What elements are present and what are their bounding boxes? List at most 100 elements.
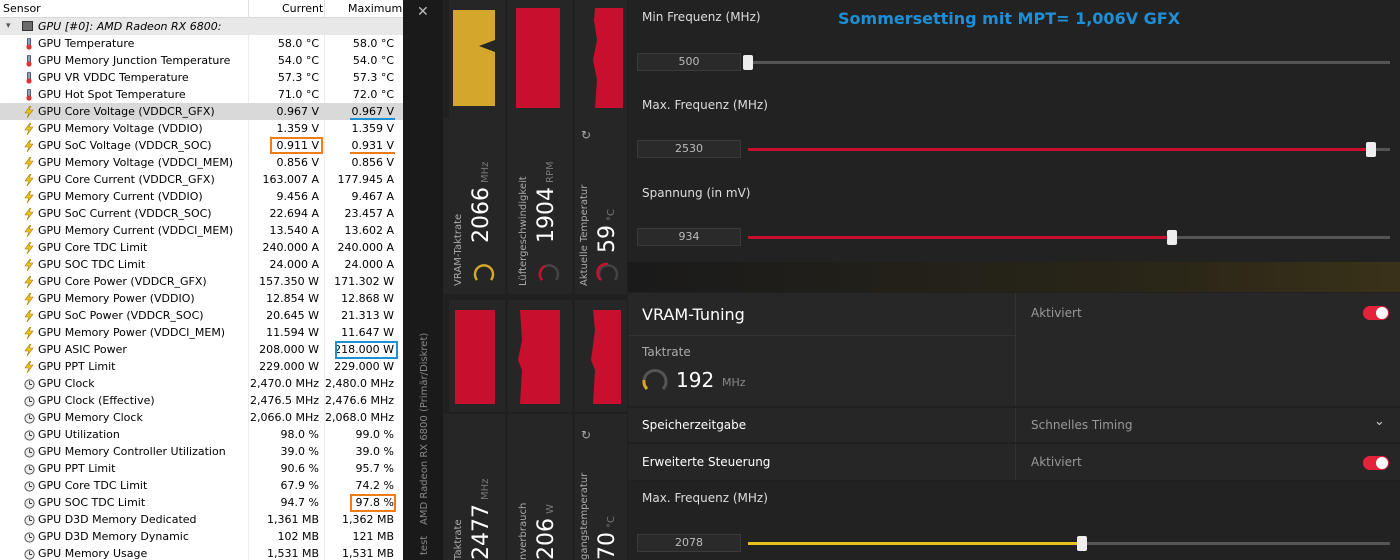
fan-speed-label: Lüftergeschwindigkeit [518,176,529,286]
sensor-row[interactable]: GPU Memory Voltage (VDDIO) 1.359 V 1.359 V [0,120,403,137]
sensor-row[interactable]: GPU Memory Controller Utilization 39.0 % 3… [0,443,403,460]
power-graph [518,310,560,404]
temperature-label: Aktuelle Temperatur [579,184,590,286]
sensor-row[interactable]: GPU D3D Memory Dynamic 102 MB 121 MB [0,528,403,545]
device-label-tail: test [419,535,430,555]
sensor-current-value: 12.854 W [266,292,319,305]
sensor-name: GPU Core Power (VDDCR_GFX) [38,275,207,288]
sensor-row[interactable]: GPU Utilization 98.0 % 99.0 % [0,426,403,443]
close-icon[interactable]: ✕ [417,4,429,20]
header-sensor[interactable]: Sensor [3,2,41,15]
lightning-icon [24,326,34,340]
vram-max-frequency-slider-knob[interactable] [1076,536,1087,551]
sensor-row[interactable]: GPU Memory Power (VDDIO) 12.854 W 12.868 W [0,290,403,307]
gpu-clock-value: 2477MHz [469,478,494,560]
thermometer-icon [24,88,34,101]
sensor-row[interactable]: GPU Core TDC Limit 240.000 A 240.000 A [0,239,403,256]
sensor-max-value: 229.000 W [334,360,394,373]
voltage-slider-row: 934 [628,223,1400,253]
sensor-max-value: 21.313 W [341,309,394,322]
sensor-row[interactable]: GPU Memory Usage 1,531 MB 1,531 MB [0,545,403,560]
sensor-current-value: 58.0 °C [277,37,319,50]
sensor-row[interactable]: GPU SOC TDC Limit 94.7 % 97.8 % [0,494,403,511]
lightning-icon [24,241,34,255]
sensor-group-label: GPU [#0]: AMD Radeon RX 6800: [38,20,222,33]
vram-tuning-toggle[interactable] [1363,306,1389,320]
fan-speed-gauge-icon [538,264,560,281]
sensor-row[interactable]: GPU Temperature 58.0 °C 58.0 °C [0,35,403,52]
sensor-name: GPU VR VDDC Temperature [38,71,189,84]
sensor-row[interactable]: GPU PPT Limit 229.000 W 229.000 W [0,358,403,375]
lightning-icon [24,360,34,374]
vram-clock-metric: VRAM-Taktrate 2066MHz [443,118,505,294]
sensor-current-value: 208.000 W [259,343,319,356]
lightning-icon [24,105,34,119]
min-frequency-slider-knob[interactable] [743,55,753,70]
clock-icon [24,463,35,475]
voltage-input[interactable]: 934 [637,228,741,246]
collapse-chevron-icon[interactable]: ▾ [6,18,11,35]
thermometer-icon [24,37,34,50]
header-current[interactable]: Current [282,2,323,15]
sensor-name: GPU Memory Voltage (VDDCI_MEM) [38,156,234,169]
reset-icon[interactable]: ↻ [581,428,591,442]
sensor-current-value: 1,531 MB [266,547,319,560]
vram-max-frequency-title: Max. Frequenz (MHz) [642,491,768,505]
sensor-name: GPU Temperature [38,37,135,50]
sensor-row[interactable]: GPU Clock (Effective) 2,476.5 MHz 2,476.6 … [0,392,403,409]
min-frequency-title: Min Frequenz (MHz) [642,10,761,24]
vram-tuning-title: VRAM-Tuning [642,305,745,324]
chevron-down-icon[interactable]: ⌄ [1374,414,1385,429]
sensor-max-value: 1,362 MB [341,513,394,526]
sensor-row[interactable]: GPU Memory Current (VDDCI_MEM) 13.540 A 13… [0,222,403,239]
sensor-row[interactable]: GPU PPT Limit 90.6 % 95.7 % [0,460,403,477]
min-frequency-track[interactable] [748,61,1390,64]
sensor-row[interactable]: GPU SOC TDC Limit 24.000 A 24.000 A [0,256,403,273]
lightning-icon [24,343,34,357]
lightning-icon [24,224,34,238]
thermometer-icon [24,54,34,67]
sensor-current-value: 9.456 A [276,190,319,203]
vram-max-frequency-input[interactable]: 2078 [637,534,741,552]
sensor-row[interactable]: GPU Memory Current (VDDIO) 9.456 A 9.467 A [0,188,403,205]
sensor-group-row[interactable]: ▾ GPU [#0]: AMD Radeon RX 6800: [0,18,403,35]
sensor-name: GPU Utilization [38,428,120,441]
sensor-row[interactable]: GPU SoC Current (VDDCR_SOC) 22.694 A 23.45… [0,205,403,222]
sensor-row[interactable]: GPU Core Voltage (VDDCR_GFX) 0.967 V 0.967… [0,103,403,120]
sensor-row[interactable]: GPU D3D Memory Dedicated 1,361 MB 1,362 MB [0,511,403,528]
clock-graph [455,310,495,404]
lightning-icon [24,292,34,306]
sensor-row[interactable]: GPU Clock 2,470.0 MHz 2,480.0 MHz [0,375,403,392]
clock-icon [24,480,35,492]
reset-icon[interactable]: ↻ [581,128,591,142]
sensor-current-value: 39.0 % [280,445,319,458]
taktrate-unit: MHz [722,376,746,389]
sensor-row[interactable]: GPU VR VDDC Temperature 57.3 °C 57.3 °C [0,69,403,86]
min-frequency-input[interactable]: 500 [637,53,741,71]
min-frequency-slider-row: 500 [628,48,1400,78]
sensor-row[interactable]: GPU SoC Voltage (VDDCR_SOC) 0.911 V 0.931 … [0,137,403,154]
sensor-row[interactable]: GPU Memory Clock 2,066.0 MHz 2,068.0 MHz [0,409,403,426]
sensor-row[interactable]: GPU Memory Voltage (VDDCI_MEM) 0.856 V 0.8… [0,154,403,171]
sensor-row[interactable]: GPU Memory Power (VDDCI_MEM) 11.594 W 11.6… [0,324,403,341]
sensor-row[interactable]: GPU Hot Spot Temperature 71.0 °C 72.0 °C [0,86,403,103]
advanced-control-toggle[interactable] [1363,456,1389,470]
sensor-row[interactable]: GPU SoC Power (VDDCR_SOC) 20.645 W 21.313 … [0,307,403,324]
max-frequency-input[interactable]: 2530 [637,140,741,158]
sensor-name: GPU Memory Voltage (VDDIO) [38,122,203,135]
sensor-name: GPU Core Voltage (VDDCR_GFX) [38,105,215,118]
memory-timing-dropdown[interactable]: Schnelles Timing [1031,418,1132,432]
sensor-max-value: 1,531 MB [341,547,394,560]
thermometer-icon [24,71,34,84]
sensor-row[interactable]: GPU Core Power (VDDCR_GFX) 157.350 W 171.3… [0,273,403,290]
sensor-row[interactable]: GPU Core Current (VDDCR_GFX) 163.007 A 177… [0,171,403,188]
header-maximum[interactable]: Maximum [348,2,402,15]
sensor-name: GPU Memory Clock [38,411,143,424]
sensor-row[interactable]: GPU Core TDC Limit 67.9 % 74.2 % [0,477,403,494]
sensor-max-value: 39.0 % [355,445,394,458]
sensor-max-value: 121 MB [352,530,394,543]
max-frequency-slider-knob[interactable] [1365,142,1376,157]
sensor-row[interactable]: GPU Memory Junction Temperature 54.0 °C 54… [0,52,403,69]
voltage-slider-knob[interactable] [1166,230,1177,245]
clock-chart-tile [449,300,505,412]
